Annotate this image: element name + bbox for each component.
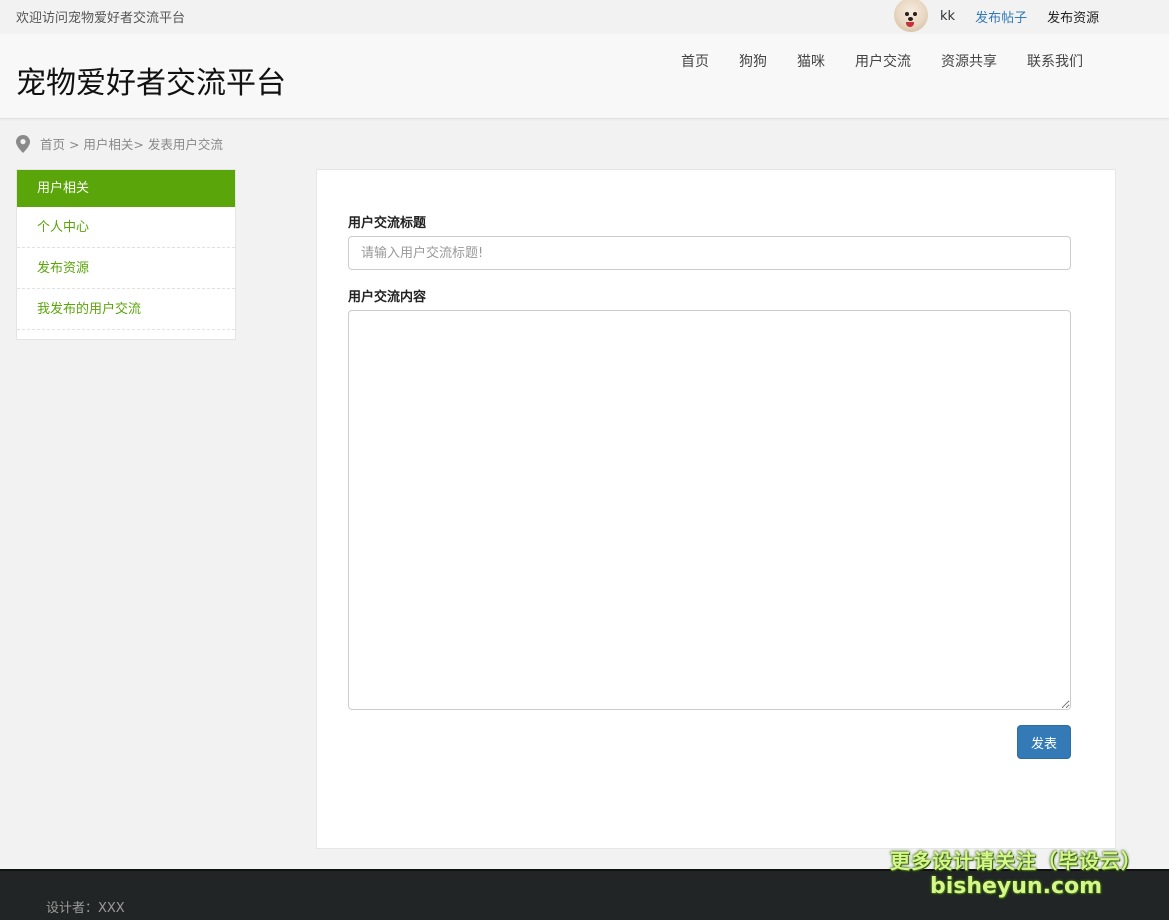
username[interactable]: kk (940, 9, 955, 24)
designer-credit: 设计者：XXX (46, 901, 125, 916)
nav-home[interactable]: 首页 (666, 52, 724, 72)
watermark: 更多设计请关注（毕设云） bisheyun.com (886, 845, 1146, 899)
title-label: 用户交流标题 (348, 216, 427, 231)
title-input[interactable] (348, 236, 1071, 270)
site-title[interactable]: 宠物爱好者交流平台 (16, 58, 286, 102)
watermark-line1: 更多设计请关注（毕设云） (890, 849, 1142, 873)
sidebar-item-my-exchanges[interactable]: 我发布的用户交流 (17, 289, 235, 330)
top-bar: 欢迎访问宠物爱好者交流平台 kk 发布帖子 发布资源 (0, 0, 1169, 32)
site-header: 宠物爱好者交流平台 首页 狗狗 猫咪 用户交流 资源共享 联系我们 (0, 34, 1169, 119)
sidebar-heading: 用户相关 (17, 170, 235, 207)
main-nav: 首页 狗狗 猫咪 用户交流 资源共享 联系我们 (666, 52, 1098, 72)
post-resource-link[interactable]: 发布资源 (1047, 7, 1099, 26)
nav-cats[interactable]: 猫咪 (782, 52, 840, 72)
sidebar: 用户相关 个人中心 发布资源 我发布的用户交流 (16, 169, 236, 340)
nav-dogs[interactable]: 狗狗 (724, 52, 782, 72)
welcome-text: 欢迎访问宠物爱好者交流平台 (16, 11, 186, 26)
content-label: 用户交流内容 (348, 290, 427, 305)
breadcrumb-text[interactable]: 首页 > 用户相关> 发表用户交流 (40, 134, 223, 153)
sidebar-item-post-resource[interactable]: 发布资源 (17, 248, 235, 289)
location-pin-icon (16, 134, 30, 153)
sidebar-item-profile[interactable]: 个人中心 (17, 207, 235, 248)
post-form-panel: 用户交流标题 用户交流内容 发表 (316, 169, 1116, 849)
watermark-line2: bisheyun.com (929, 874, 1103, 899)
nav-resource-share[interactable]: 资源共享 (926, 52, 1012, 72)
submit-button[interactable]: 发表 (1017, 725, 1071, 759)
nav-user-exchange[interactable]: 用户交流 (840, 52, 926, 72)
breadcrumb: 首页 > 用户相关> 发表用户交流 (16, 134, 223, 153)
nav-contact[interactable]: 联系我们 (1012, 52, 1098, 72)
content-textarea[interactable] (348, 310, 1071, 710)
post-thread-link[interactable]: 发布帖子 (975, 7, 1027, 26)
avatar[interactable] (894, 0, 928, 32)
user-area: kk 发布帖子 发布资源 (894, 0, 1099, 32)
